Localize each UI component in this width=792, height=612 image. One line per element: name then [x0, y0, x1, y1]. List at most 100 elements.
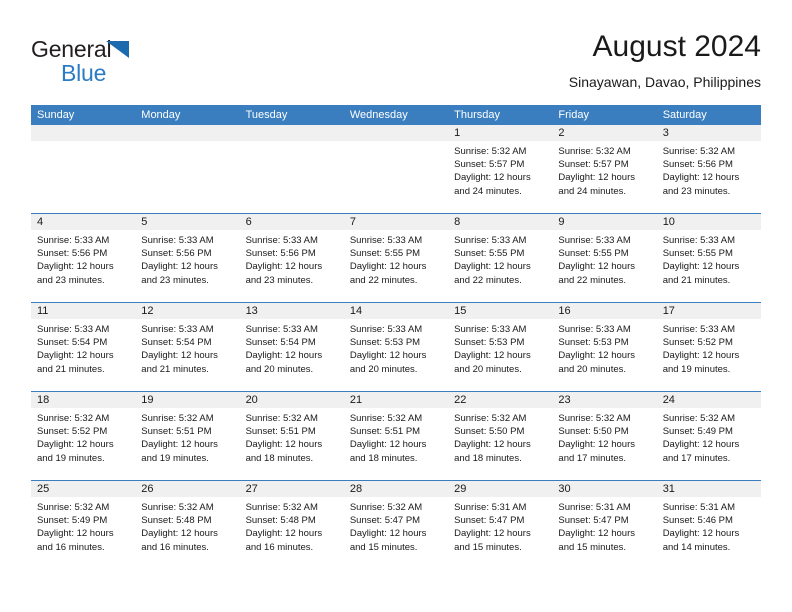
- sunrise-text: Sunrise: 5:33 AM: [454, 235, 527, 246]
- day-cell[interactable]: 9 Sunrise: 5:33 AM Sunset: 5:55 PM Daylight…: [552, 214, 657, 302]
- triangle-icon: [106, 41, 129, 58]
- day-details: Sunrise: 5:33 AM Sunset: 5:54 PM Daylight:…: [31, 319, 135, 376]
- day-cell[interactable]: 13 Sunrise: 5:33 AM Sunset: 5:54 PM Dayligh…: [239, 303, 344, 391]
- day-cell[interactable]: 25 Sunrise: 5:32 AM Sunset: 5:49 PM Dayligh…: [31, 481, 136, 569]
- day-number: 12: [135, 303, 240, 319]
- sunrise-text: Sunrise: 5:32 AM: [245, 502, 318, 513]
- day-details: Sunrise: 5:31 AM Sunset: 5:47 PM Daylight:…: [552, 497, 656, 554]
- day-number: 22: [448, 392, 553, 408]
- day-number: 27: [239, 481, 344, 497]
- daylight-text: Daylight: 12 hours and 15 minutes.: [454, 528, 531, 553]
- sunset-text: Sunset: 5:47 PM: [558, 515, 629, 527]
- sunset-text: Sunset: 5:50 PM: [454, 426, 525, 438]
- day-details: Sunrise: 5:33 AM Sunset: 5:55 PM Daylight:…: [344, 230, 448, 287]
- day-cell[interactable]: 8 Sunrise: 5:33 AM Sunset: 5:55 PM Daylight…: [448, 214, 553, 302]
- day-details: Sunrise: 5:32 AM Sunset: 5:57 PM Daylight:…: [448, 141, 552, 198]
- day-cell[interactable]: 31 Sunrise: 5:31 AM Sunset: 5:46 PM Dayligh…: [656, 481, 761, 569]
- sunrise-text: Sunrise: 5:33 AM: [37, 324, 110, 335]
- sunset-text: Sunset: 5:56 PM: [141, 248, 212, 260]
- day-cell[interactable]: 5 Sunrise: 5:33 AM Sunset: 5:56 PM Daylight…: [135, 214, 240, 302]
- day-details: Sunrise: 5:33 AM Sunset: 5:53 PM Daylight:…: [448, 319, 552, 376]
- day-details: Sunrise: 5:32 AM Sunset: 5:48 PM Daylight:…: [135, 497, 239, 554]
- sunrise-text: Sunrise: 5:32 AM: [349, 413, 423, 424]
- sunrise-text: Sunrise: 5:33 AM: [245, 324, 318, 335]
- day-details: Sunrise: 5:33 AM Sunset: 5:54 PM Daylight:…: [135, 319, 239, 376]
- daylight-text: Daylight: 12 hours and 15 minutes.: [558, 528, 635, 553]
- sunrise-text: Sunrise: 5:33 AM: [662, 235, 736, 246]
- day-cell[interactable]: 19 Sunrise: 5:32 AM Sunset: 5:51 PM Dayligh…: [135, 392, 240, 480]
- day-cell-empty: [343, 125, 449, 213]
- day-cell[interactable]: 10 Sunrise: 5:33 AM Sunset: 5:55 PM Dayligh…: [656, 214, 761, 302]
- day-cell[interactable]: 11 Sunrise: 5:33 AM Sunset: 5:54 PM Dayligh…: [31, 303, 136, 391]
- sunrise-text: Sunrise: 5:33 AM: [349, 235, 423, 246]
- sunset-text: Sunset: 5:55 PM: [558, 248, 629, 260]
- day-cell[interactable]: 3 Sunrise: 5:32 AM Sunset: 5:56 PM Daylight…: [656, 125, 761, 213]
- day-details: Sunrise: 5:32 AM Sunset: 5:48 PM Daylight:…: [240, 497, 344, 554]
- day-cell[interactable]: 29 Sunrise: 5:31 AM Sunset: 5:47 PM Dayligh…: [448, 481, 553, 569]
- title-block: August 2024 Sinayawan, Davao, Philippine…: [569, 28, 761, 92]
- logo-text-general: General: [31, 36, 231, 62]
- weekday-header-tuesday: Tuesday: [245, 109, 288, 121]
- day-cell[interactable]: 15 Sunrise: 5:33 AM Sunset: 5:53 PM Dayligh…: [448, 303, 553, 391]
- logo-word-blue: Blue: [61, 60, 107, 86]
- day-cell[interactable]: 24 Sunrise: 5:32 AM Sunset: 5:49 PM Dayligh…: [656, 392, 761, 480]
- sunrise-text: Sunrise: 5:32 AM: [662, 413, 736, 424]
- daylight-text: Daylight: 12 hours and 16 minutes.: [141, 528, 218, 553]
- day-number: [31, 125, 136, 141]
- day-cell[interactable]: 7 Sunrise: 5:33 AM Sunset: 5:55 PM Daylight…: [343, 214, 449, 302]
- sunrise-text: Sunrise: 5:31 AM: [662, 502, 736, 513]
- sunset-text: Sunset: 5:51 PM: [349, 426, 421, 438]
- sunrise-text: Sunrise: 5:32 AM: [37, 502, 110, 513]
- week-inner: 1 Sunrise: 5:32 AM Sunset: 5:57 PM Daylight…: [31, 125, 761, 213]
- daylight-text: Daylight: 12 hours and 24 minutes.: [558, 172, 635, 197]
- week-inner: 18 Sunrise: 5:32 AM Sunset: 5:52 PM Dayligh…: [31, 392, 761, 480]
- sunrise-text: Sunrise: 5:31 AM: [558, 502, 631, 513]
- day-number: 24: [656, 392, 761, 408]
- weekday-header-thursday: Thursday: [454, 109, 500, 121]
- day-cell[interactable]: 2 Sunrise: 5:32 AM Sunset: 5:57 PM Daylight…: [552, 125, 657, 213]
- day-cell[interactable]: 26 Sunrise: 5:32 AM Sunset: 5:48 PM Dayligh…: [135, 481, 240, 569]
- calendar-week-row: 11 Sunrise: 5:33 AM Sunset: 5:54 PM Dayligh…: [31, 302, 761, 391]
- daylight-text: Daylight: 12 hours and 21 minutes.: [662, 261, 740, 286]
- sunset-text: Sunset: 5:49 PM: [37, 515, 108, 527]
- weekday-header-wednesday: Wednesday: [349, 109, 408, 121]
- sunset-text: Sunset: 5:53 PM: [558, 337, 629, 349]
- day-number: 7: [343, 214, 449, 230]
- sunset-text: Sunset: 5:55 PM: [349, 248, 421, 260]
- sunset-text: Sunset: 5:46 PM: [662, 515, 733, 527]
- day-cell[interactable]: 17 Sunrise: 5:33 AM Sunset: 5:52 PM Dayligh…: [656, 303, 761, 391]
- sunset-text: Sunset: 5:54 PM: [245, 337, 316, 349]
- daylight-text: Daylight: 12 hours and 18 minutes.: [454, 439, 531, 464]
- sunset-text: Sunset: 5:53 PM: [349, 337, 421, 349]
- day-cell[interactable]: 16 Sunrise: 5:33 AM Sunset: 5:53 PM Dayligh…: [552, 303, 657, 391]
- sunset-text: Sunset: 5:47 PM: [454, 515, 525, 527]
- day-number: 4: [31, 214, 136, 230]
- sunrise-text: Sunrise: 5:33 AM: [141, 324, 214, 335]
- day-cell[interactable]: 4 Sunrise: 5:33 AM Sunset: 5:56 PM Daylight…: [31, 214, 136, 302]
- day-cell[interactable]: 23 Sunrise: 5:32 AM Sunset: 5:50 PM Dayligh…: [552, 392, 657, 480]
- day-number: 6: [239, 214, 344, 230]
- calendar-week-row: 4 Sunrise: 5:33 AM Sunset: 5:56 PM Daylight…: [31, 213, 761, 302]
- sunset-text: Sunset: 5:56 PM: [37, 248, 108, 260]
- day-number: 1: [448, 125, 553, 141]
- day-cell[interactable]: 28 Sunrise: 5:32 AM Sunset: 5:47 PM Dayligh…: [343, 481, 449, 569]
- day-number: 17: [656, 303, 761, 319]
- day-cell[interactable]: 21 Sunrise: 5:32 AM Sunset: 5:51 PM Dayligh…: [343, 392, 449, 480]
- day-details: Sunrise: 5:31 AM Sunset: 5:46 PM Daylight:…: [657, 497, 761, 554]
- daylight-text: Daylight: 12 hours and 23 minutes.: [245, 261, 323, 286]
- weekday-header-sunday: Sunday: [37, 109, 75, 121]
- calendar-week-row: 1 Sunrise: 5:32 AM Sunset: 5:57 PM Daylight…: [31, 125, 761, 213]
- sunrise-text: Sunrise: 5:32 AM: [662, 146, 736, 157]
- sunset-text: Sunset: 5:55 PM: [454, 248, 525, 260]
- day-cell[interactable]: 27 Sunrise: 5:32 AM Sunset: 5:48 PM Dayligh…: [239, 481, 344, 569]
- day-cell[interactable]: 20 Sunrise: 5:32 AM Sunset: 5:51 PM Dayligh…: [239, 392, 344, 480]
- day-cell[interactable]: 22 Sunrise: 5:32 AM Sunset: 5:50 PM Dayligh…: [448, 392, 553, 480]
- sunset-text: Sunset: 5:48 PM: [141, 515, 212, 527]
- day-cell[interactable]: 6 Sunrise: 5:33 AM Sunset: 5:56 PM Daylight…: [239, 214, 344, 302]
- day-cell[interactable]: 30 Sunrise: 5:31 AM Sunset: 5:47 PM Dayligh…: [552, 481, 657, 569]
- day-cell[interactable]: 1 Sunrise: 5:32 AM Sunset: 5:57 PM Daylight…: [448, 125, 553, 213]
- day-cell[interactable]: 12 Sunrise: 5:33 AM Sunset: 5:54 PM Dayligh…: [135, 303, 240, 391]
- sunset-text: Sunset: 5:47 PM: [349, 515, 421, 527]
- day-cell[interactable]: 14 Sunrise: 5:33 AM Sunset: 5:53 PM Dayligh…: [343, 303, 449, 391]
- day-cell[interactable]: 18 Sunrise: 5:32 AM Sunset: 5:52 PM Dayligh…: [31, 392, 136, 480]
